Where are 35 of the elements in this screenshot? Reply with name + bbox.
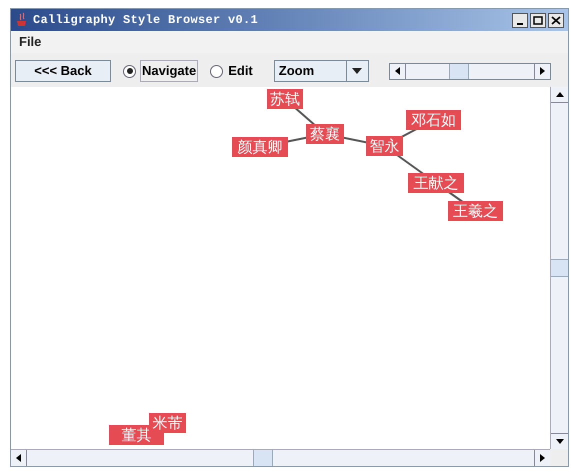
graph-node[interactable]: 王献之 bbox=[408, 173, 464, 193]
scroll-thumb[interactable] bbox=[253, 450, 273, 466]
slider-thumb[interactable] bbox=[448, 64, 469, 78]
graph-node[interactable]: 智永 bbox=[366, 136, 403, 156]
down-arrow-icon bbox=[556, 439, 564, 444]
horizontal-scrollbar[interactable] bbox=[11, 449, 550, 466]
vertical-scrollbar[interactable] bbox=[550, 87, 568, 449]
graph-node[interactable]: 蔡襄 bbox=[306, 124, 344, 144]
minimize-icon bbox=[517, 22, 523, 24]
menu-item[interactable]: File bbox=[19, 32, 42, 52]
cup-icon bbox=[15, 12, 29, 28]
right-arrow-icon bbox=[540, 454, 545, 462]
right-arrow-icon bbox=[540, 67, 545, 75]
up-arrow-icon bbox=[556, 92, 564, 97]
caret-icon bbox=[352, 68, 362, 74]
graph-node[interactable]: 王羲之 bbox=[448, 201, 503, 221]
graph-node[interactable]: 颜真卿 bbox=[232, 137, 288, 157]
radio-label[interactable]: Edit bbox=[227, 61, 254, 81]
zoom-dropdown[interactable]: Zoom bbox=[274, 60, 369, 82]
radio-button[interactable] bbox=[123, 64, 136, 78]
close-icon bbox=[551, 16, 561, 24]
graph-node[interactable]: 邓石如 bbox=[406, 110, 461, 130]
minimize-button[interactable] bbox=[512, 12, 528, 28]
maximize-button[interactable] bbox=[530, 12, 546, 28]
back-button[interactable]: <<< Back bbox=[15, 60, 111, 82]
maximize-icon bbox=[533, 16, 543, 24]
graph-node[interactable]: 米芾 bbox=[149, 413, 186, 433]
window-title: Calligraphy Style Browser v0.1 bbox=[33, 12, 258, 29]
left-arrow-icon bbox=[16, 454, 21, 462]
close-button[interactable] bbox=[548, 12, 564, 28]
scroll-thumb[interactable] bbox=[551, 259, 568, 277]
radio-label[interactable]: Navigate bbox=[140, 60, 198, 82]
graph-node[interactable]: 苏轼 bbox=[267, 89, 303, 109]
radio-button[interactable] bbox=[210, 64, 224, 78]
left-arrow-icon bbox=[394, 67, 400, 75]
